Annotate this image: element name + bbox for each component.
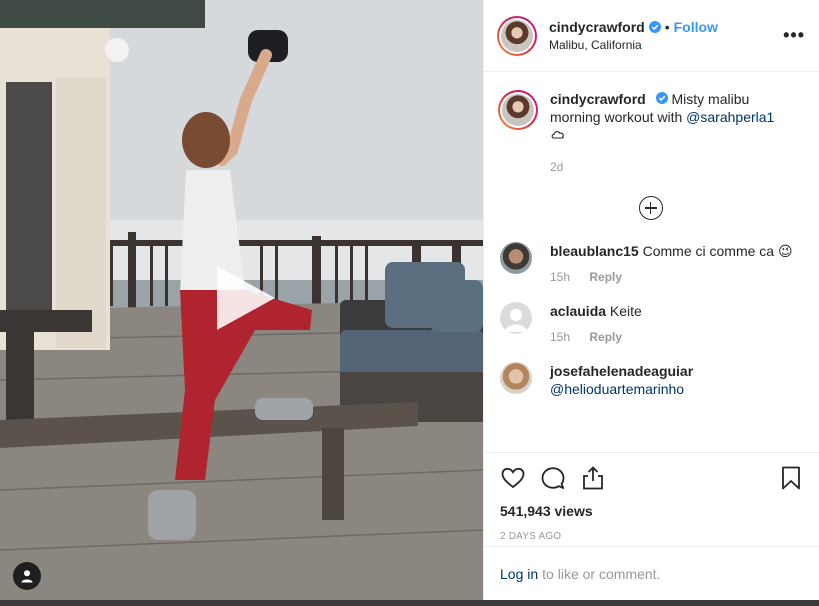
comment-item: aclauida Keite 15h Reply [498, 302, 803, 344]
separator-dot: • [664, 19, 670, 35]
background-strip [0, 600, 819, 606]
login-link[interactable]: Log in [500, 566, 538, 582]
plus-circle-icon[interactable] [638, 196, 663, 220]
commenter-avatar[interactable] [500, 302, 532, 334]
user-icon [21, 570, 33, 583]
verified-badge-icon [655, 92, 668, 104]
comment-item: bleaublanc15 Comme ci comme ca 😉 15h Rep… [498, 242, 803, 284]
comment-icon[interactable] [540, 465, 566, 491]
post-video[interactable] [0, 0, 483, 600]
caption-username[interactable]: cindycrawford [550, 91, 646, 107]
more-options-button[interactable]: ••• [783, 25, 805, 46]
verified-badge-icon [648, 21, 661, 33]
comment-timestamp: 15h [550, 270, 571, 284]
bookmark-icon[interactable] [778, 465, 804, 491]
post-caption: cindycrawford Misty malibu morning worko… [498, 90, 803, 176]
comment-mention[interactable]: @helioduartemarinho [550, 381, 684, 397]
post-location[interactable]: Malibu, California [549, 38, 783, 52]
share-icon[interactable] [580, 465, 606, 491]
play-button[interactable] [207, 262, 279, 334]
default-avatar-icon [505, 309, 527, 332]
commenter-username[interactable]: josefahelenadeaguiar [550, 363, 693, 379]
login-text: to like or comment. [542, 565, 661, 582]
post-date[interactable]: 2 DAYS AGO [500, 531, 804, 542]
reply-button[interactable]: Reply [589, 270, 622, 284]
cloud-icon [551, 131, 564, 139]
comments-list: cindycrawford Misty malibu morning worko… [484, 72, 819, 452]
caption-timestamp[interactable]: 2d [550, 158, 803, 176]
play-icon [217, 266, 275, 330]
commenter-avatar[interactable] [500, 362, 532, 394]
comment-text: Comme ci comme ca [642, 243, 775, 259]
commenter-username[interactable]: aclauida [550, 303, 606, 319]
author-avatar[interactable] [497, 15, 537, 56]
comment-timestamp: 15h [550, 330, 571, 344]
wink-emoji-icon: 😉 [777, 243, 793, 259]
tagged-users-button[interactable] [13, 562, 41, 590]
login-prompt: Log in to like or comment. [484, 546, 819, 600]
commenter-username[interactable]: bleaublanc15 [550, 243, 639, 259]
comment-item: josefahelenadeaguiar @helioduartemarinho [498, 362, 803, 398]
commenter-avatar[interactable] [500, 242, 532, 274]
caption-mention[interactable]: @sarahperla1 [686, 109, 774, 125]
reply-button[interactable]: Reply [589, 330, 622, 344]
caption-avatar[interactable] [498, 90, 538, 130]
heart-icon[interactable] [500, 465, 526, 491]
post-side-panel: cindycrawford • Follow Malibu, Californi… [483, 0, 819, 600]
follow-button[interactable]: Follow [674, 19, 718, 35]
post-header: cindycrawford • Follow Malibu, Californi… [484, 0, 819, 72]
author-username[interactable]: cindycrawford [549, 19, 645, 35]
comment-text: Keite [609, 303, 642, 319]
post-actions: 541,943 views 2 DAYS AGO [484, 452, 819, 542]
load-more-comments[interactable] [498, 196, 803, 220]
view-count[interactable]: 541,943 views [500, 503, 804, 519]
